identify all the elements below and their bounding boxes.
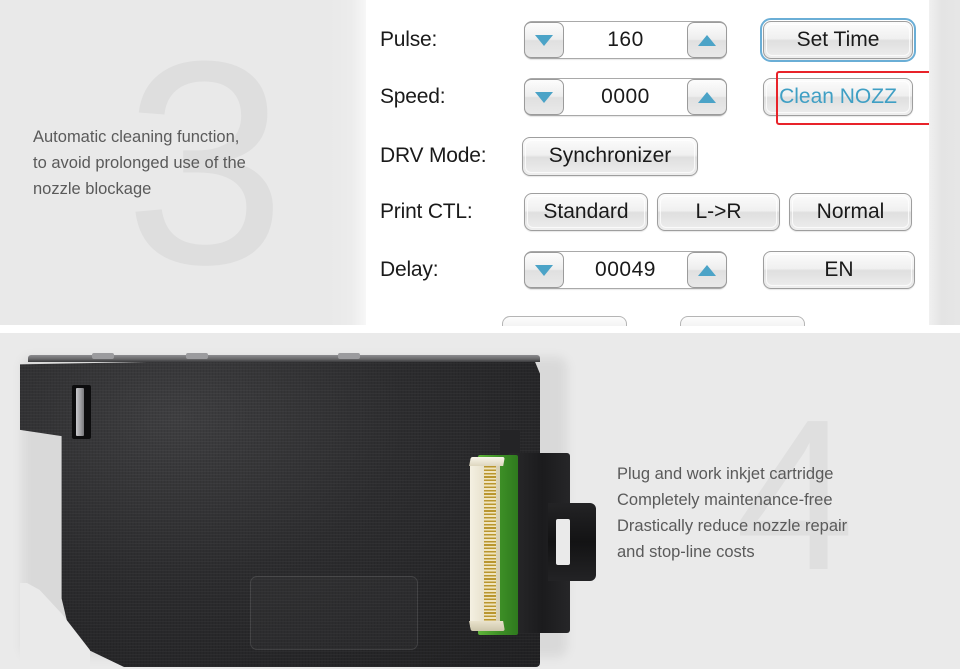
- panel-right-edge-strip: [929, 0, 960, 325]
- triangle-up-icon: [698, 34, 716, 46]
- triangle-up-icon: [698, 91, 716, 103]
- connector-latch-slot: [556, 519, 570, 565]
- cartridge-top-nub-right: [338, 353, 360, 359]
- speed-row: Speed: 0000 Clean NOZZ: [380, 75, 929, 119]
- connector-lip-bottom: [469, 621, 505, 631]
- language-en-button[interactable]: EN: [763, 251, 915, 289]
- delay-increment-button[interactable]: [687, 252, 727, 288]
- printer-control-panel: Pulse: 160 Set Time Speed: 0000 Clean NO…: [366, 0, 942, 326]
- speed-stepper[interactable]: 0000: [524, 78, 727, 116]
- drv-mode-row: DRV Mode: Synchronizer: [380, 134, 929, 178]
- delay-value: 00049: [595, 258, 656, 281]
- drv-mode-label: DRV Mode:: [380, 144, 487, 167]
- page-root: 3 Automatic cleaning function, to avoid …: [0, 0, 960, 669]
- triangle-down-icon: [535, 264, 553, 276]
- connector-gold-pins: [484, 466, 496, 625]
- drv-mode-value-button[interactable]: Synchronizer: [522, 136, 698, 176]
- feature-3-section: 3 Automatic cleaning function, to avoid …: [0, 0, 960, 326]
- feature-3-text-panel: 3 Automatic cleaning function, to avoid …: [0, 0, 366, 325]
- feature-4-description: Plug and work inkjet cartridge Completel…: [617, 465, 848, 561]
- cartridge-embossed-panel: [250, 576, 418, 650]
- feature-3-description: Automatic cleaning function, to avoid pr…: [33, 128, 246, 198]
- cutoff-button-right[interactable]: [680, 316, 805, 326]
- print-ctl-option-direction[interactable]: L->R: [657, 193, 780, 231]
- speed-decrement-button[interactable]: [524, 79, 564, 115]
- pulse-stepper[interactable]: 160: [524, 21, 727, 59]
- pulse-row: Pulse: 160 Set Time: [380, 18, 929, 62]
- delay-decrement-button[interactable]: [524, 252, 564, 288]
- cartridge-top-nub-left: [92, 353, 114, 359]
- print-ctl-option-standard[interactable]: Standard: [524, 193, 648, 231]
- pulse-label: Pulse:: [380, 28, 438, 51]
- set-time-button[interactable]: Set Time: [760, 18, 916, 62]
- cartridge-top-nub-mid: [186, 353, 208, 359]
- speed-value: 0000: [601, 85, 650, 108]
- connector-lip-top: [469, 457, 505, 466]
- cutoff-button-left[interactable]: [502, 316, 627, 326]
- triangle-down-icon: [535, 91, 553, 103]
- pulse-decrement-button[interactable]: [524, 22, 564, 58]
- print-ctl-option-normal[interactable]: Normal: [789, 193, 912, 231]
- speed-increment-button[interactable]: [687, 79, 727, 115]
- triangle-down-icon: [535, 34, 553, 46]
- inkjet-cartridge-photo: [0, 333, 620, 669]
- speed-label: Speed:: [380, 85, 446, 108]
- pulse-value: 160: [607, 28, 644, 51]
- print-ctl-label: Print CTL:: [380, 200, 473, 223]
- feature-4-section: 4 Plug and work inkjet cartridge Complet…: [0, 333, 960, 669]
- cartridge-slot-insert: [76, 388, 84, 436]
- triangle-up-icon: [698, 264, 716, 276]
- delay-row: Delay: 00049 EN: [380, 248, 929, 292]
- print-ctl-row: Print CTL: Standard L->R Normal: [380, 190, 929, 234]
- delay-label: Delay:: [380, 258, 439, 281]
- pulse-increment-button[interactable]: [687, 22, 727, 58]
- clean-nozz-button[interactable]: Clean NOZZ: [763, 78, 913, 116]
- delay-stepper[interactable]: 00049: [524, 251, 727, 289]
